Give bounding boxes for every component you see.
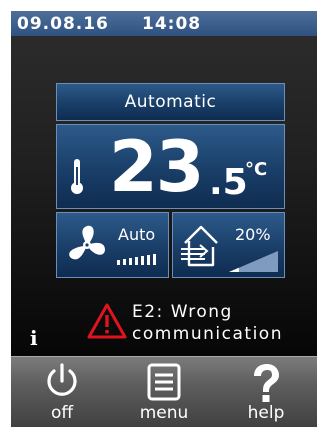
status-bar: 09.08.16 14:08	[11, 11, 317, 36]
temperature-tile[interactable]: 23 .5 °C	[56, 124, 285, 209]
ventilation-button[interactable]: 20%	[172, 212, 285, 278]
main-panel: Automatic 23 .5 °C Auto 20% i E2: Wrong …	[11, 36, 317, 356]
air-inlet-icon	[181, 225, 218, 267]
bottom-toolbar: off menu help	[11, 356, 317, 427]
mode-button[interactable]: Automatic	[56, 83, 285, 121]
menu-list-icon	[147, 363, 181, 401]
temperature-integer: 23	[109, 126, 204, 208]
off-button[interactable]: off	[11, 357, 113, 427]
power-icon	[47, 363, 77, 396]
question-mark-icon	[254, 364, 279, 402]
status-time: 14:08	[142, 14, 202, 34]
menu-label: menu	[139, 403, 189, 423]
warning-icon	[87, 303, 127, 339]
ventilation-level-ramp	[229, 251, 278, 272]
error-message-line1: E2: Wrong	[132, 302, 233, 322]
info-icon[interactable]: i	[30, 326, 38, 350]
ventilation-percent: 20%	[235, 225, 271, 244]
status-date: 09.08.16	[17, 14, 109, 34]
fan-speed-bars-icon	[117, 254, 156, 265]
fan-icon	[69, 225, 105, 260]
off-label: off	[50, 403, 74, 423]
fan-speed-button[interactable]: Auto	[56, 212, 169, 278]
thermometer-icon	[71, 159, 83, 194]
ventilation-level-fill	[229, 267, 239, 272]
thermostat-display: 09.08.16 14:08 Automatic 23 .5 °C Auto 2…	[11, 11, 317, 427]
error-message-line2: communication	[132, 324, 283, 344]
mode-label: Automatic	[124, 92, 217, 112]
menu-button[interactable]: menu	[113, 357, 215, 427]
help-label: help	[247, 403, 285, 423]
fan-mode-label: Auto	[118, 225, 156, 244]
screen: 09.08.16 14:08 Automatic 23 .5 °C Auto 2…	[0, 0, 325, 427]
temperature-decimal: .5	[209, 162, 248, 203]
temperature-unit: °C	[245, 159, 268, 180]
help-button[interactable]: help	[215, 357, 317, 427]
